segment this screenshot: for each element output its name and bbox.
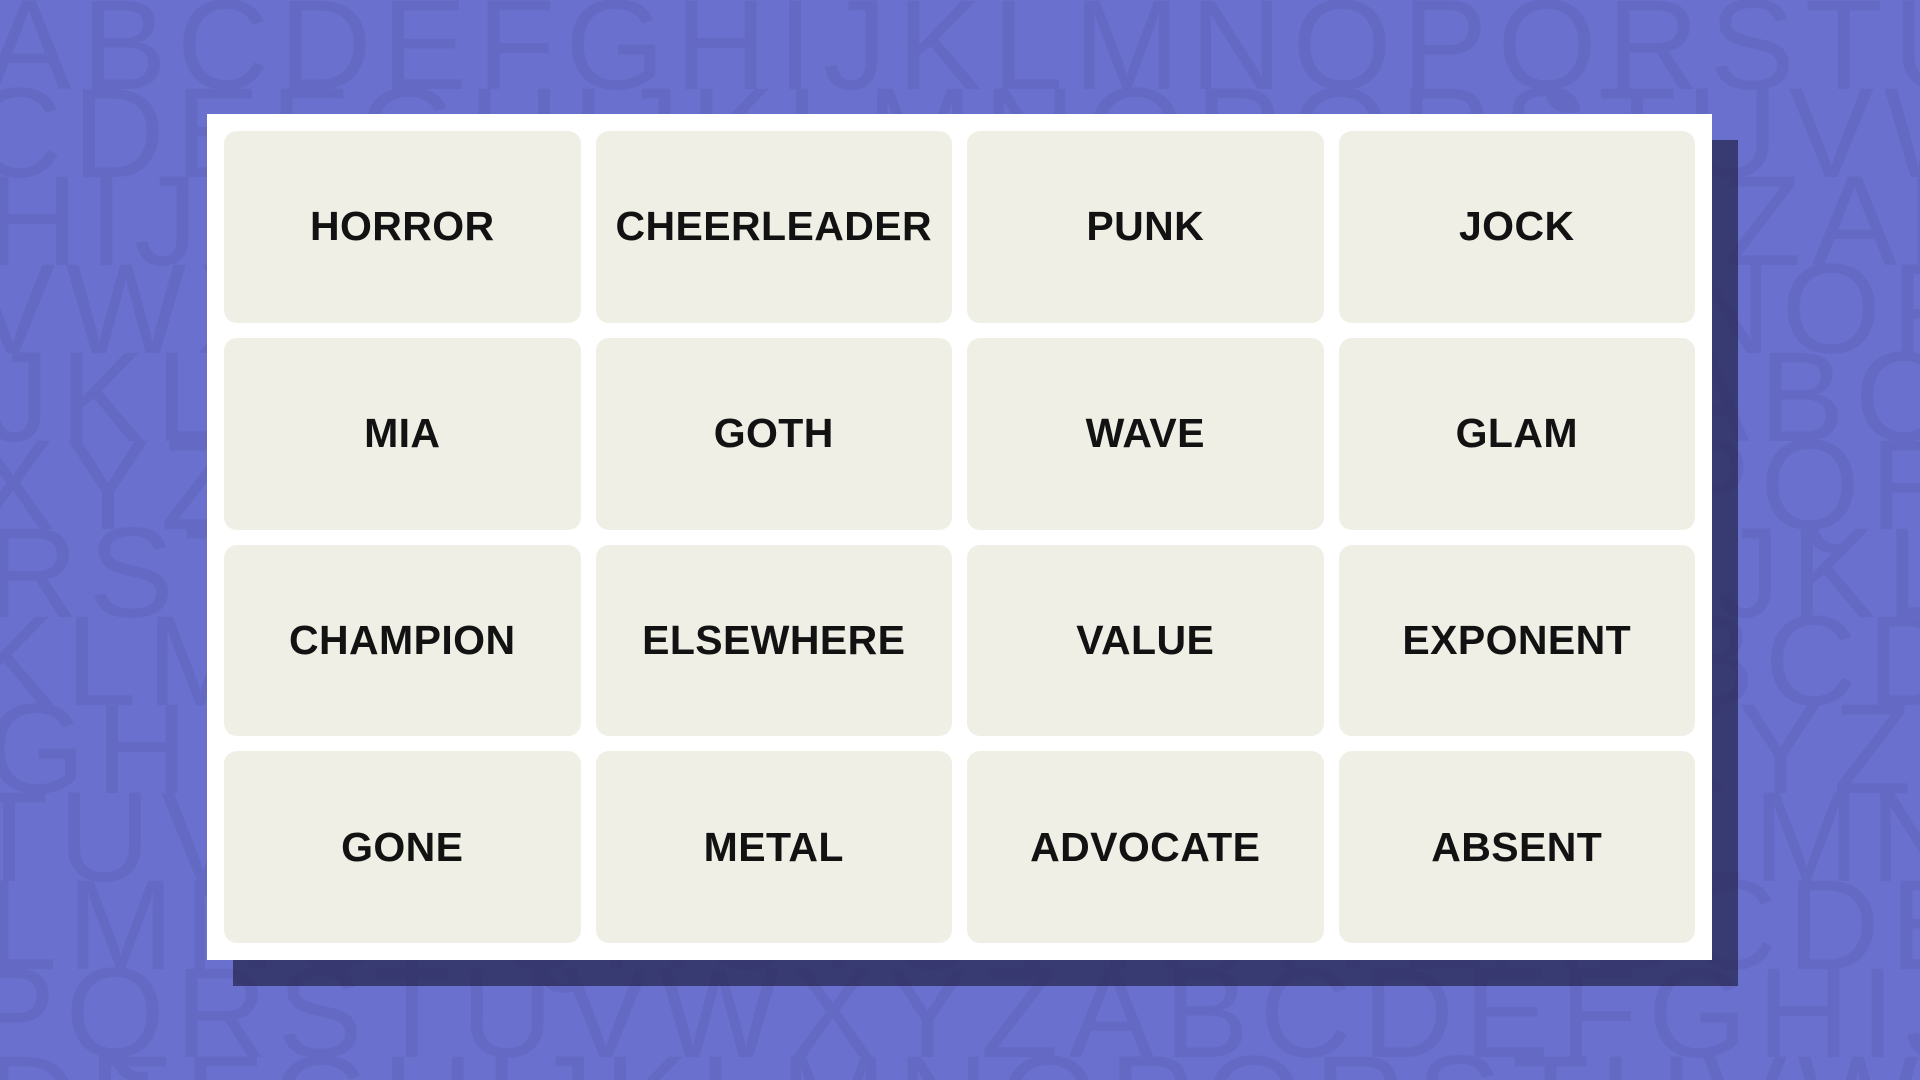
word-tile-label: EXPONENT bbox=[1402, 616, 1632, 663]
word-tile-label: MIA bbox=[364, 410, 441, 457]
word-tile[interactable]: WAVE bbox=[967, 337, 1324, 530]
word-tile[interactable]: GLAM bbox=[1338, 337, 1695, 530]
word-tile-label: WAVE bbox=[1085, 410, 1205, 457]
word-tile-label: METAL bbox=[703, 823, 844, 870]
word-tile-label: HORROR bbox=[309, 203, 495, 250]
word-tile[interactable]: ELSEWHERE bbox=[595, 544, 952, 737]
background-letter-row: PQRSTUVWXYZABCDEFGHIJKLMNOPQRSTUVWXY bbox=[0, 942, 1920, 1080]
word-tile-label: JOCK bbox=[1458, 203, 1575, 250]
word-tile[interactable]: JOCK bbox=[1338, 131, 1695, 323]
word-board-card: HORROR CHEERLEADER PUNK JOCK MIA GOTH WA… bbox=[207, 114, 1712, 960]
word-grid: HORROR CHEERLEADER PUNK JOCK MIA GOTH WA… bbox=[224, 131, 1695, 943]
word-tile[interactable]: CHAMPION bbox=[224, 544, 581, 737]
word-tile[interactable]: GONE bbox=[224, 751, 581, 943]
word-tile-label: CHAMPION bbox=[289, 616, 516, 663]
word-tile[interactable]: METAL bbox=[595, 751, 952, 943]
background-letter-row: ABCDEFGHIJKLMNOPQRSTUVWXYZABCDEFGHIJ bbox=[0, 0, 1920, 117]
word-tile-label: GOTH bbox=[713, 410, 834, 457]
word-tile-label: GONE bbox=[341, 823, 464, 870]
word-tile-label: CHEERLEADER bbox=[615, 203, 932, 250]
word-tile[interactable]: VALUE bbox=[967, 544, 1324, 737]
word-tile-label: VALUE bbox=[1076, 616, 1215, 663]
background-letter-row: DEFGHIJKLMNOPQRSTUVWXYZABCDEFGHIJKLM bbox=[0, 1038, 1920, 1080]
word-tile[interactable]: ABSENT bbox=[1338, 751, 1695, 943]
word-tile-label: ADVOCATE bbox=[1030, 823, 1261, 870]
word-tile[interactable]: MIA bbox=[224, 337, 581, 530]
word-tile[interactable]: PUNK bbox=[967, 131, 1324, 323]
word-tile-label: PUNK bbox=[1086, 203, 1205, 250]
word-tile-label: GLAM bbox=[1455, 410, 1578, 457]
word-tile-label: ABSENT bbox=[1431, 823, 1603, 870]
word-tile[interactable]: GOTH bbox=[595, 337, 952, 530]
word-tile[interactable]: CHEERLEADER bbox=[595, 131, 952, 323]
word-tile-label: ELSEWHERE bbox=[642, 616, 906, 663]
word-tile[interactable]: EXPONENT bbox=[1338, 544, 1695, 737]
word-tile[interactable]: ADVOCATE bbox=[967, 751, 1324, 943]
word-tile[interactable]: HORROR bbox=[224, 131, 581, 323]
